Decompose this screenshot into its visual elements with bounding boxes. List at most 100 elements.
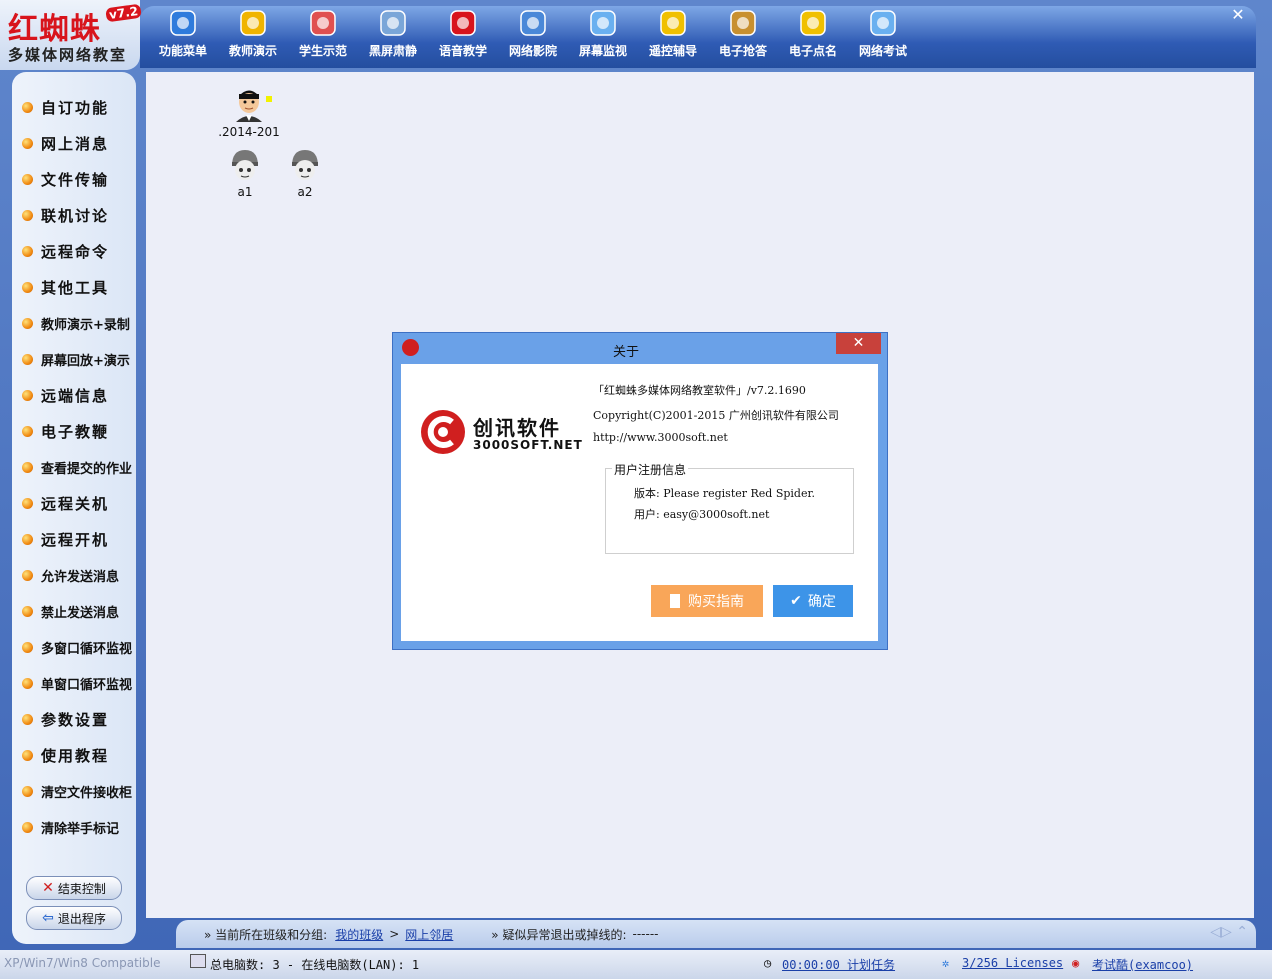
bullet-icon <box>22 641 33 653</box>
sidebar-item[interactable]: 自订功能 <box>22 94 134 120</box>
sidebar-item[interactable]: 清除举手标记 <box>22 814 134 840</box>
computer-item-teacher[interactable]: .2014-201 <box>214 88 284 139</box>
sidebar-item-label: 远程关机 <box>41 494 110 513</box>
toolbar-button-label: 电子点名 <box>788 44 837 58</box>
group-link[interactable]: 网上邻居 <box>405 926 453 943</box>
compat-text: XP/Win7/Win8 Compatible <box>4 956 161 970</box>
sidebar-item[interactable]: 使用教程 <box>22 742 134 768</box>
toolbar-button-label: 语音教学 <box>438 44 487 58</box>
toolbar-button-4[interactable]: 黑屏肃静 <box>360 6 426 62</box>
status-bar: 总电脑数: 3 - 在线电脑数(LAN): 1 ◷ 00:00:00 计划任务 … <box>0 950 1272 979</box>
sidebar-item[interactable]: 教师演示+录制 <box>22 310 134 336</box>
end-control-button[interactable]: ✕ 结束控制 <box>26 876 122 900</box>
buy-guide-label: 购买指南 <box>688 594 744 610</box>
sidebar-item[interactable]: 文件传输 <box>22 166 134 192</box>
sidebar-item[interactable]: 清空文件接收柜 <box>22 778 134 804</box>
bullet-icon <box>22 353 33 365</box>
bullet-icon <box>22 821 33 833</box>
sidebar-item[interactable]: 远端信息 <box>22 382 134 408</box>
sidebar-item-label: 远程开机 <box>41 530 110 549</box>
toolbar-button-11[interactable]: 网络考试 <box>850 6 916 62</box>
sidebar-item-label: 多窗口循环监视 <box>41 641 133 657</box>
bullet-icon <box>22 569 33 581</box>
app-title: 红蜘蛛 <box>8 12 101 47</box>
buy-guide-button[interactable]: 购买指南 <box>651 585 763 617</box>
bullet-icon <box>22 209 33 221</box>
about-dialog: 关于 ✕ 创讯软件 3000SOFT.NET 「红蜘蛛多媒体网络教室软件」/v7… <box>392 332 888 650</box>
sidebar-item[interactable]: 查看提交的作业 <box>22 454 134 480</box>
toolbar-button-7[interactable]: 屏幕监视 <box>570 6 636 62</box>
dialog-title: 关于 <box>613 345 640 360</box>
computer-item[interactable]: a2 <box>270 148 340 199</box>
ok-button[interactable]: ✔ 确定 <box>773 585 853 617</box>
megaphone-icon <box>448 8 478 38</box>
dialog-close-button[interactable]: ✕ <box>836 333 881 354</box>
toolbar-button-10[interactable]: 电子点名 <box>780 6 846 62</box>
sidebar-item[interactable]: 网上消息 <box>22 130 134 156</box>
toolbar-button-label: 学生示范 <box>298 44 347 58</box>
bullet-icon <box>22 533 33 545</box>
toolbar-button-label: 教师演示 <box>228 44 277 58</box>
computer-count: 总电脑数: 3 - 在线电脑数(LAN): 1 <box>210 958 420 972</box>
toolbar-button-8[interactable]: 遥控辅导 <box>640 6 706 62</box>
product-version: 「红蜘蛛多媒体网络教室软件」/v7.2.1690 <box>593 384 806 397</box>
registration-user: 用户: easy@3000soft.net <box>634 508 770 521</box>
check-icon: ✔ <box>790 593 802 609</box>
sidebar-item[interactable]: 远程命令 <box>22 238 134 264</box>
sidebar-item[interactable]: 参数设置 <box>22 706 134 732</box>
exit-program-button[interactable]: ⇦ 退出程序 <box>26 906 122 930</box>
bullet-icon <box>22 785 33 797</box>
brand-name: 创讯软件 <box>473 416 561 440</box>
sidebar-item[interactable]: 禁止发送消息 <box>22 598 134 624</box>
toolbar-button-label: 网络影院 <box>508 44 557 58</box>
toolbar-button-3[interactable]: 学生示范 <box>290 6 356 62</box>
class-path-bar: » 当前所在班级和分组: 我的班级 > 网上邻居 » 疑似异常退出或掉线的: -… <box>176 920 1256 948</box>
app-subtitle: 多媒体网络教室 <box>8 46 128 64</box>
sidebar-item[interactable]: 远程关机 <box>22 490 134 516</box>
sidebar-item[interactable]: 屏幕回放+演示 <box>22 346 134 372</box>
path-separator: > <box>389 927 400 941</box>
toolbar-button-1[interactable]: 功能菜单 <box>150 6 216 62</box>
monitor-icon <box>378 8 408 38</box>
company-logo-icon <box>421 410 465 454</box>
toolbar-button-label: 电子抢答 <box>718 44 767 58</box>
toolbar-button-6[interactable]: 网络影院 <box>500 6 566 62</box>
registration-group: 用户注册信息 版本: Please register Red Spider. 用… <box>605 461 854 554</box>
sidebar-item[interactable]: 联机讨论 <box>22 202 134 228</box>
nav-arrows-icon[interactable]: ◁▷ ⌃ <box>1210 924 1248 940</box>
toolbar-button-9[interactable]: 电子抢答 <box>710 6 776 62</box>
website-url: http://www.3000soft.net <box>593 431 728 444</box>
window-close-button[interactable]: ✕ <box>1228 6 1248 24</box>
registration-version: 版本: Please register Red Spider. <box>634 487 816 500</box>
toolbar-button-5[interactable]: 语音教学 <box>430 6 496 62</box>
gear-icon <box>168 8 198 38</box>
sidebar-item[interactable]: 电子教鞭 <box>22 418 134 444</box>
sidebar: 自订功能网上消息文件传输联机讨论远程命令其他工具教师演示+录制 屏幕回放+演示 远端… <box>12 72 136 944</box>
satellite-icon <box>658 8 688 38</box>
sidebar-item[interactable]: 多窗口循环监视 <box>22 634 134 660</box>
bullet-icon <box>22 317 33 329</box>
sidebar-item[interactable]: 允许发送消息 <box>22 562 134 588</box>
sidebar-item[interactable]: 远程开机 <box>22 526 134 552</box>
toolbar-button-label: 遥控辅导 <box>648 44 697 58</box>
abnormal-value: ------ <box>632 927 659 941</box>
sidebar-item-label: 联机讨论 <box>41 206 110 225</box>
sidebar-item-label: 单窗口循环监视 <box>41 677 133 693</box>
toolbar-button-label: 网络考试 <box>858 44 907 58</box>
bullet-icon <box>22 245 33 257</box>
toolbar-button-label: 功能菜单 <box>158 44 207 58</box>
toolbar-button-2[interactable]: 教师演示 <box>220 6 286 62</box>
examcoo-icon: ◉ <box>1072 956 1080 970</box>
scheduled-task-link[interactable]: 00:00:00 计划任务 <box>782 956 895 973</box>
sidebar-item[interactable]: 单窗口循环监视 <box>22 670 134 696</box>
examcoo-link[interactable]: 考试酷(examcoo) <box>1092 956 1193 973</box>
sidebar-item[interactable]: 其他工具 <box>22 274 134 300</box>
online-indicator <box>266 96 272 102</box>
class-link[interactable]: 我的班级 <box>335 926 383 943</box>
sidebar-item-label: 网上消息 <box>41 134 110 153</box>
bullet-icon <box>22 461 33 473</box>
exit-program-label: 退出程序 <box>57 911 106 926</box>
license-link[interactable]: 3/256 Licenses <box>962 956 1063 970</box>
company-logo: 创讯软件 3000SOFT.NET <box>419 408 582 456</box>
screen-icon <box>588 8 618 38</box>
